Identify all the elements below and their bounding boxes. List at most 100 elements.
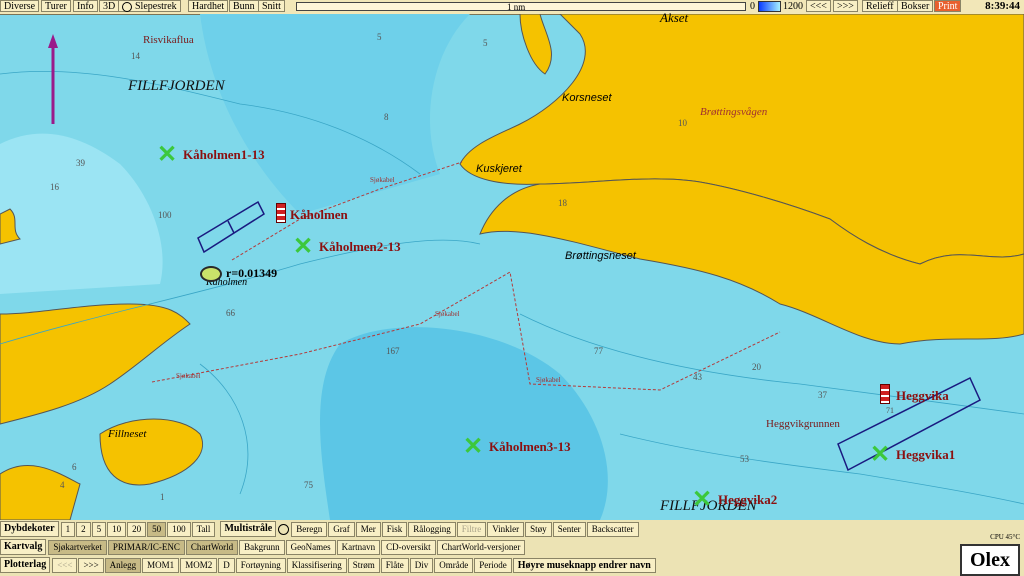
bottom-panel: Dybdekoter 1 2 5 10 20 50 100 Tall Multi…	[0, 520, 1024, 576]
stoy-button[interactable]: Støy	[525, 521, 552, 537]
depth-sounding: 71	[886, 406, 894, 415]
mer-button[interactable]: Mer	[355, 521, 381, 537]
depth-min: 0	[750, 1, 755, 12]
ralogging-button[interactable]: Rålogging	[408, 521, 456, 537]
depth-sounding: 167	[386, 346, 400, 356]
depth-sounding: 77	[594, 346, 603, 356]
depth-sounding: 6	[72, 462, 77, 472]
periode-button[interactable]: Periode	[474, 557, 512, 573]
waypoint-x-icon: ✕	[157, 141, 178, 168]
multistrale-toggle-icon[interactable]	[278, 523, 290, 535]
primar-button[interactable]: PRIMAR/IC-ENC	[107, 539, 185, 555]
mom1-button[interactable]: MOM1	[142, 557, 180, 573]
kartnavn-button[interactable]: Kartnavn	[336, 539, 381, 555]
depth-sounding: 66	[226, 308, 235, 318]
rename-hint: Høyre museknapp endrer navn	[512, 557, 656, 573]
plotterlag-label: Plotterlag	[0, 557, 51, 573]
waypoint-label: Kåholmen1-13	[183, 147, 265, 162]
mom2-button[interactable]: MOM2	[180, 557, 218, 573]
3d-button[interactable]: 3D	[99, 0, 120, 12]
depth-sounding: 75	[304, 480, 313, 490]
slepestrek-button[interactable]: Slepestrek	[118, 0, 181, 12]
depth-sounding: 1	[160, 492, 165, 502]
place-akset: Akset	[660, 10, 689, 25]
relieff-button[interactable]: Relieff	[862, 0, 898, 12]
target-icon	[200, 266, 222, 282]
depth-sounding: 18	[558, 198, 567, 208]
contour-20[interactable]: 20	[127, 521, 147, 537]
place-korsneset: Korsneset	[562, 92, 612, 104]
contour-5[interactable]: 5	[91, 521, 107, 537]
diverse-button[interactable]: Diverse	[0, 0, 40, 12]
bunn-button[interactable]: Bunn	[229, 0, 259, 12]
fisk-button[interactable]: Fisk	[381, 521, 408, 537]
next-button[interactable]: >>>	[833, 0, 858, 12]
backscatter-button[interactable]: Backscatter	[586, 521, 639, 537]
klassifisering-button[interactable]: Klassifisering	[286, 557, 347, 573]
filtre-button[interactable]: Filtre	[456, 521, 487, 537]
graf-button[interactable]: Graf	[328, 521, 355, 537]
cd-oversikt-button[interactable]: CD-oversikt	[381, 539, 436, 555]
anlegg-button[interactable]: Anlegg	[104, 557, 142, 573]
depth-sounding: 14	[131, 51, 140, 61]
info-button[interactable]: Info	[73, 0, 98, 12]
geonames-button[interactable]: GeoNames	[285, 539, 336, 555]
scale-label: 1 nm	[507, 2, 526, 12]
senter-button[interactable]: Senter	[552, 521, 586, 537]
cable-label: Sjøkabel	[536, 376, 561, 384]
waypoint-label: Heggvika1	[896, 447, 956, 462]
hardhet-button[interactable]: Hardhet	[188, 0, 229, 12]
print-button[interactable]: Print	[934, 0, 962, 12]
contour-50[interactable]: 50	[147, 521, 167, 537]
place-risvikaflua: Risvikaflua	[143, 34, 194, 46]
contour-10[interactable]: 10	[107, 521, 127, 537]
place-heggvikgrunnen: Heggvikgrunnen	[766, 418, 840, 430]
olex-logo[interactable]: Olex	[960, 544, 1020, 576]
beregn-button[interactable]: Beregn	[291, 521, 328, 537]
depth-sounding: 43	[693, 372, 702, 382]
depth-gradient[interactable]	[758, 1, 781, 12]
d-button[interactable]: D	[218, 557, 235, 573]
vinkler-button[interactable]: Vinkler	[487, 521, 525, 537]
plotter-prev-button[interactable]: <<<	[52, 557, 78, 573]
depth-sounding: 10	[678, 118, 687, 128]
prev-button[interactable]: <<<	[806, 0, 831, 12]
kartvalg-label: Kartvalg	[0, 539, 47, 555]
depth-sounding: 20	[752, 362, 761, 372]
bokser-button[interactable]: Bokser	[897, 0, 934, 12]
chart-map[interactable]: Risvikaflua FILLFJORDEN Korsneset Brøtti…	[0, 10, 1024, 520]
waypoint-label: Kåholmen3-13	[489, 439, 571, 454]
div-button[interactable]: Div	[409, 557, 434, 573]
dybdekoter-label: Dybdekoter	[0, 521, 59, 537]
place-brottingsneset: Brøttingsneset	[565, 250, 636, 262]
cable-label: Sjøkabel	[435, 310, 460, 318]
row-plotterlag: Plotterlag <<< >>> Anlegg MOM1 MOM2 D Fo…	[0, 557, 657, 573]
waypoint-x-icon: ✕	[870, 441, 891, 468]
sjokartverket-button[interactable]: Sjøkartverket	[48, 539, 107, 555]
chartworld-button[interactable]: ChartWorld	[185, 539, 239, 555]
depth-sounding: 100	[158, 210, 172, 220]
bakgrunn-button[interactable]: Bakgrunn	[239, 539, 285, 555]
contour-100[interactable]: 100	[167, 521, 191, 537]
depth-max: 1200	[783, 1, 803, 12]
contour-tall[interactable]: Tall	[191, 521, 216, 537]
multistrale-label: Multistråle	[220, 521, 277, 537]
cable-label: Sjøkabel	[370, 176, 395, 184]
fortoyning-button[interactable]: Fortøyning	[235, 557, 286, 573]
snitt-button[interactable]: Snitt	[258, 0, 285, 12]
place-fillfjorden: FILLFJORDEN	[128, 78, 225, 94]
omrade-button[interactable]: Område	[434, 557, 474, 573]
turer-button[interactable]: Turer	[41, 0, 71, 12]
cable-label: Sjøkabel	[176, 372, 201, 380]
chartworld-versjoner-button[interactable]: ChartWorld-versjoner	[436, 539, 526, 555]
contour-1[interactable]: 1	[60, 521, 76, 537]
depth-sounding: 5	[483, 38, 488, 48]
depth-sounding: 5	[377, 32, 382, 42]
contour-2[interactable]: 2	[76, 521, 91, 537]
plotter-next-button[interactable]: >>>	[78, 557, 104, 573]
flate-button[interactable]: Flåte	[380, 557, 409, 573]
clock: 8:39:44	[985, 0, 1020, 12]
strom-button[interactable]: Strøm	[347, 557, 380, 573]
depth-sounding: 37	[818, 390, 827, 400]
cpu-temp: CPU 45°C	[990, 533, 1020, 541]
